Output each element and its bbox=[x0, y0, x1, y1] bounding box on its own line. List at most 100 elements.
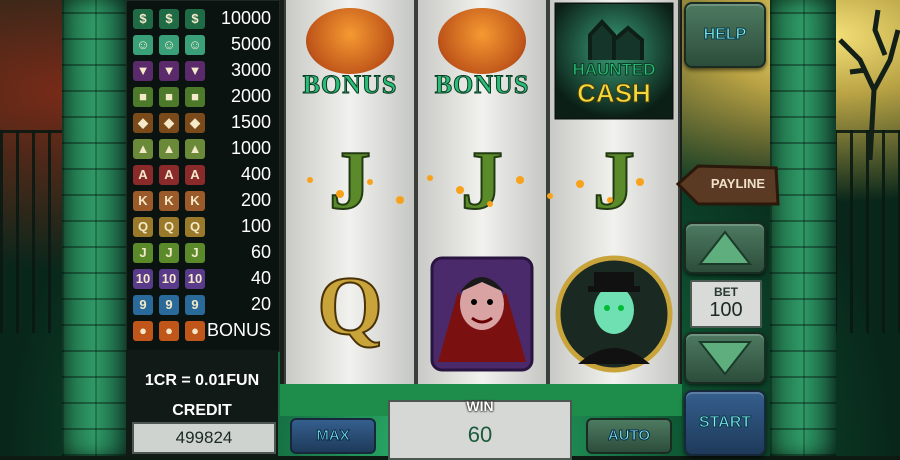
K-paytable-icon: K bbox=[159, 191, 179, 211]
bonus-symbol: BONUS bbox=[286, 0, 414, 124]
witch-paytable-icon: ▲ bbox=[159, 139, 179, 159]
frankenstein-paytable-icon: ■ bbox=[133, 87, 153, 107]
paytable-payout: 60 bbox=[250, 242, 271, 262]
paytable-row: ☺ ☺ ☺ 5000 bbox=[127, 33, 279, 57]
bet-up-button[interactable] bbox=[684, 222, 766, 274]
cash-label: CASH bbox=[577, 78, 652, 109]
paytable-row: A A A 400 bbox=[127, 163, 279, 187]
pumpkin-icon bbox=[438, 8, 526, 74]
ghost-man-icon bbox=[555, 255, 673, 373]
A-paytable-icon: A bbox=[185, 165, 205, 185]
paytable-row: ▼ ▼ ▼ 3000 bbox=[127, 59, 279, 83]
K-paytable-icon: K bbox=[185, 191, 205, 211]
payline-label: PAYLINE bbox=[710, 176, 766, 191]
witch-paytable-icon: ▲ bbox=[133, 139, 153, 159]
vampire-paytable-icon: ▼ bbox=[185, 61, 205, 81]
paytable-payout: BONUS bbox=[206, 320, 271, 340]
K-paytable-icon: K bbox=[133, 191, 153, 211]
9-paytable-icon: 9 bbox=[185, 295, 205, 315]
credit-value: 499824 bbox=[132, 422, 276, 454]
dead-tree-icon bbox=[838, 9, 900, 160]
paytable-payout: 2000 bbox=[230, 86, 271, 106]
A-paytable-icon: A bbox=[133, 165, 153, 185]
ghost-man-paytable-icon: ☺ bbox=[159, 35, 179, 55]
reels-area: BONUS J Q BONUS J HAUNTED CASH J bbox=[280, 0, 682, 384]
9-paytable-icon: 9 bbox=[159, 295, 179, 315]
paytable-payout: 200 bbox=[240, 190, 271, 210]
paytable-payout: 100 bbox=[240, 216, 271, 236]
paytable: $ $ $10000 ☺ ☺ ☺ 5000 ▼ ▼ ▼ 3000 ■ ■ ■ 2000 ◆ ◆ ◆ 1500 ▲ ▲ ▲ 1… bbox=[126, 0, 280, 352]
vampire-icon bbox=[430, 256, 534, 372]
paytable-row: ◆ ◆ ◆ 1500 bbox=[127, 111, 279, 135]
ghost-man-paytable-icon: ☺ bbox=[133, 35, 153, 55]
arrow-down-icon bbox=[697, 341, 753, 376]
paytable-payout: 3000 bbox=[230, 60, 271, 80]
paytable-row: 9 9 9 20 bbox=[127, 293, 279, 317]
witch-paytable-icon: ▲ bbox=[185, 139, 205, 159]
bonus-label: BONUS bbox=[302, 70, 398, 100]
q-symbol: Q bbox=[316, 259, 383, 354]
paytable-row: K K K 200 bbox=[127, 189, 279, 213]
J-paytable-icon: J bbox=[133, 243, 153, 263]
help-button[interactable]: HELP bbox=[684, 2, 766, 68]
Q-paytable-icon: Q bbox=[159, 217, 179, 237]
bonus-pumpkin-paytable-icon: ● bbox=[185, 321, 205, 341]
win-label: WIN bbox=[466, 398, 494, 414]
J-paytable-icon: J bbox=[185, 243, 205, 263]
paytable-payout: 1000 bbox=[230, 138, 271, 158]
start-button[interactable]: START bbox=[684, 390, 766, 456]
Q-paytable-icon: Q bbox=[133, 217, 153, 237]
paytable-row: $ $ $10000 bbox=[127, 7, 279, 31]
haunted-cash-paytable-icon: $ bbox=[133, 9, 153, 29]
bet-value: 100 bbox=[709, 299, 743, 321]
credit-panel: 1CR = 0.01FUN CREDIT 499824 bbox=[126, 350, 278, 456]
vampire-paytable-icon: ▼ bbox=[133, 61, 153, 81]
max-bet-button[interactable]: MAX bbox=[290, 418, 376, 454]
werewolf-paytable-icon: ◆ bbox=[159, 113, 179, 133]
win-sparks-icon bbox=[307, 175, 644, 207]
pumpkin-icon bbox=[306, 8, 394, 74]
paytable-payout: 10000 bbox=[220, 8, 271, 28]
J-paytable-icon: J bbox=[159, 243, 179, 263]
10-paytable-icon: 10 bbox=[159, 269, 179, 289]
bonus-symbol: BONUS bbox=[418, 0, 546, 124]
frankenstein-paytable-icon: ■ bbox=[159, 87, 179, 107]
paytable-payout: 20 bbox=[250, 294, 271, 314]
bonus-pumpkin-paytable-icon: ● bbox=[159, 321, 179, 341]
frankenstein-paytable-icon: ■ bbox=[185, 87, 205, 107]
10-paytable-icon: 10 bbox=[185, 269, 205, 289]
haunted-cash-paytable-icon: $ bbox=[159, 9, 179, 29]
win-value: 60 bbox=[467, 422, 493, 447]
werewolf-paytable-icon: ◆ bbox=[133, 113, 153, 133]
haunted-label: HAUNTED bbox=[572, 60, 656, 80]
paytable-row: 10 10 10 40 bbox=[127, 267, 279, 291]
credit-ratio: 1CR = 0.01FUN bbox=[144, 372, 260, 389]
bet-display: BET 100 bbox=[690, 280, 762, 328]
paytable-payout: 1500 bbox=[230, 112, 271, 132]
bonus-pumpkin-paytable-icon: ● bbox=[133, 321, 153, 341]
bonus-label: BONUS bbox=[434, 70, 530, 100]
9-paytable-icon: 9 bbox=[133, 295, 153, 315]
bet-down-button[interactable] bbox=[684, 332, 766, 384]
10-paytable-icon: 10 bbox=[133, 269, 153, 289]
bet-label: BET bbox=[714, 285, 738, 299]
paytable-row: J J J 60 bbox=[127, 241, 279, 265]
credit-label: CREDIT bbox=[172, 402, 232, 419]
vampire-symbol bbox=[418, 252, 546, 376]
payline-sign: PAYLINE bbox=[676, 160, 780, 210]
stone-pillar-left bbox=[62, 0, 128, 456]
vampire-paytable-icon: ▼ bbox=[159, 61, 179, 81]
haunted-cash-symbol: HAUNTED CASH bbox=[550, 0, 678, 124]
ghost-man-paytable-icon: ☺ bbox=[185, 35, 205, 55]
haunted-cash-paytable-icon: $ bbox=[185, 9, 205, 29]
arrow-up-icon bbox=[697, 230, 753, 265]
paytable-row: ▲ ▲ ▲ 1000 bbox=[127, 137, 279, 161]
paytable-payout: 400 bbox=[240, 164, 271, 184]
paytable-row: ● ● ● BONUS bbox=[127, 319, 279, 343]
ghost-symbol bbox=[550, 252, 678, 376]
paytable-row: ■ ■ ■ 2000 bbox=[127, 85, 279, 109]
werewolf-paytable-icon: ◆ bbox=[185, 113, 205, 133]
auto-button[interactable]: AUTO bbox=[586, 418, 672, 454]
A-paytable-icon: A bbox=[159, 165, 179, 185]
paytable-payout: 40 bbox=[250, 268, 271, 288]
